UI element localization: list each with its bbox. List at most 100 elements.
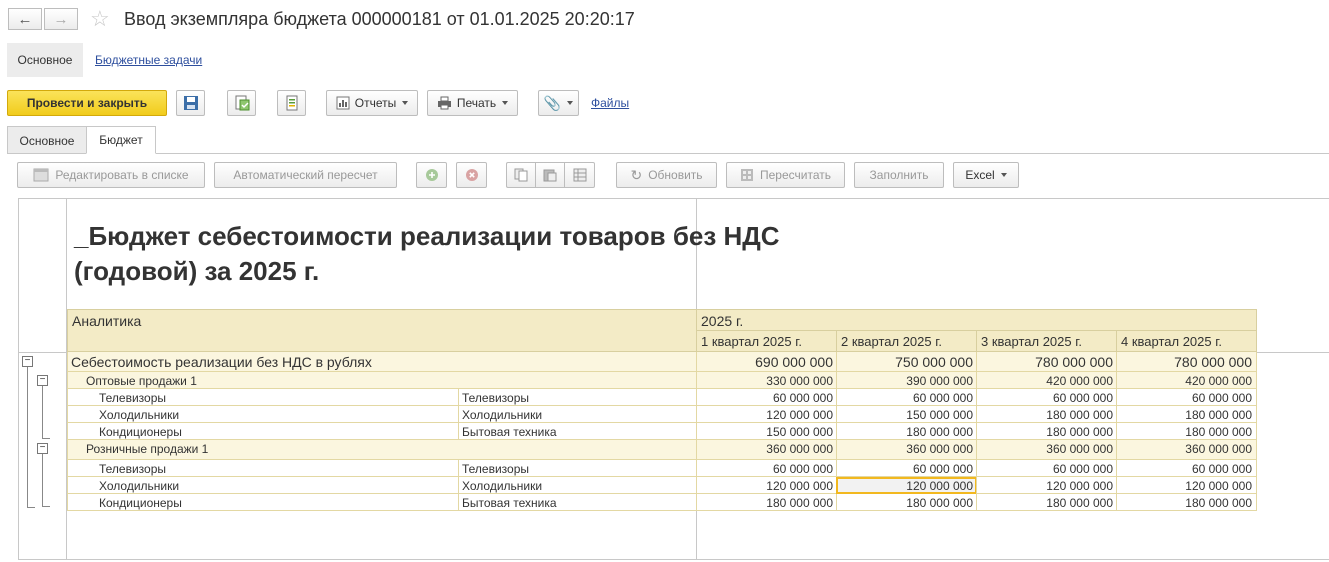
- fill-button[interactable]: Заполнить: [854, 162, 944, 188]
- edit-in-list-button[interactable]: Редактировать в списке: [17, 162, 205, 188]
- paste-special-button[interactable]: [564, 162, 595, 188]
- row-value-cell[interactable]: 360 000 000: [1116, 440, 1257, 460]
- row-value-cell[interactable]: 180 000 000: [976, 406, 1117, 423]
- collapse-group-total[interactable]: −: [22, 356, 33, 367]
- reports-dropdown[interactable]: Отчеты: [326, 90, 418, 116]
- tabs-divider: [7, 153, 1329, 154]
- collapse-group-wholesale[interactable]: −: [37, 375, 48, 386]
- row-value-cell[interactable]: 150 000 000: [696, 423, 837, 440]
- row-name-cell[interactable]: Холодильники: [67, 477, 458, 494]
- row-value-cell[interactable]: 60 000 000: [836, 460, 977, 477]
- post-document-icon: [235, 95, 249, 111]
- row-name-cell[interactable]: Холодильники: [67, 406, 458, 423]
- row-analytic-cell[interactable]: Бытовая техника: [458, 423, 697, 440]
- row-value-cell[interactable]: 150 000 000: [836, 406, 977, 423]
- recalculate-button[interactable]: Пересчитать: [726, 162, 845, 188]
- copy-button[interactable]: [506, 162, 535, 188]
- row-value-cell[interactable]: 180 000 000: [696, 494, 837, 511]
- back-button[interactable]: ←: [8, 8, 42, 30]
- refresh-button[interactable]: ↻ Обновить: [616, 162, 717, 188]
- save-button[interactable]: [176, 90, 205, 116]
- delete-row-button[interactable]: [456, 162, 487, 188]
- row-value-cell[interactable]: 60 000 000: [836, 389, 977, 406]
- row-analytic-cell[interactable]: Холодильники: [458, 406, 697, 423]
- report-title-line2: (годовой) за 2025 г.: [74, 256, 320, 286]
- header-analytics-cell: Аналитика: [67, 309, 697, 352]
- add-circle-icon: [425, 169, 438, 181]
- auto-recalc-button[interactable]: Автоматический пересчет: [214, 162, 397, 188]
- row-value-cell[interactable]: 780 000 000: [1116, 352, 1257, 372]
- forward-button[interactable]: →: [44, 8, 78, 30]
- row-value-cell[interactable]: 390 000 000: [836, 372, 977, 389]
- tree-line-foot1: [27, 507, 35, 508]
- row-value-cell[interactable]: 120 000 000: [1116, 477, 1257, 494]
- row-name-cell[interactable]: Телевизоры: [67, 460, 458, 477]
- delete-circle-icon: [465, 169, 478, 181]
- tab-budget[interactable]: Бюджет: [86, 126, 156, 154]
- row-value-cell[interactable]: 360 000 000: [696, 440, 837, 460]
- document-green-icon: [286, 95, 297, 111]
- row-value-cell[interactable]: 780 000 000: [976, 352, 1117, 372]
- row-value-cell[interactable]: 120 000 000: [836, 477, 977, 494]
- row-value-cell[interactable]: 60 000 000: [696, 460, 837, 477]
- row-name-cell[interactable]: Оптовые продажи 1: [67, 372, 697, 389]
- row-value-cell[interactable]: 60 000 000: [1116, 460, 1257, 477]
- favorite-star-icon[interactable]: ☆: [90, 6, 110, 32]
- paperclip-icon: 📎: [543, 94, 562, 111]
- collapse-group-retail[interactable]: −: [37, 443, 48, 454]
- header-quarter-1: 1 квартал 2025 г.: [696, 330, 837, 352]
- header-quarter-4: 4 квартал 2025 г.: [1116, 330, 1257, 352]
- row-value-cell[interactable]: 360 000 000: [836, 440, 977, 460]
- row-value-cell[interactable]: 180 000 000: [976, 423, 1117, 440]
- post-and-close-button[interactable]: Провести и закрыть: [7, 90, 167, 116]
- table-icon: [573, 168, 586, 182]
- row-value-cell[interactable]: 120 000 000: [696, 406, 837, 423]
- row-value-cell[interactable]: 180 000 000: [836, 423, 977, 440]
- arrow-left-icon: ←: [17, 10, 33, 28]
- attachments-dropdown[interactable]: 📎: [538, 90, 579, 116]
- row-value-cell[interactable]: 60 000 000: [1116, 389, 1257, 406]
- row-value-cell[interactable]: 690 000 000: [696, 352, 837, 372]
- row-value-cell[interactable]: 180 000 000: [1116, 494, 1257, 511]
- tab-main[interactable]: Основное: [7, 126, 87, 154]
- row-value-cell[interactable]: 120 000 000: [976, 477, 1117, 494]
- nav-budget-tasks-link[interactable]: Бюджетные задачи: [95, 53, 202, 67]
- row-value-cell[interactable]: 180 000 000: [1116, 406, 1257, 423]
- row-value-cell[interactable]: 420 000 000: [976, 372, 1117, 389]
- row-value-cell[interactable]: 750 000 000: [836, 352, 977, 372]
- excel-dropdown[interactable]: Excel: [953, 162, 1019, 188]
- row-name-cell[interactable]: Розничные продажи 1: [67, 440, 697, 460]
- row-value-cell[interactable]: 60 000 000: [976, 389, 1117, 406]
- add-row-button[interactable]: [416, 162, 447, 188]
- row-value-cell[interactable]: 330 000 000: [696, 372, 837, 389]
- window-title: Ввод экземпляра бюджета 000000181 от 01.…: [124, 9, 635, 29]
- row-name-cell[interactable]: Кондиционеры: [67, 423, 458, 440]
- row-value-cell[interactable]: 180 000 000: [976, 494, 1117, 511]
- row-analytic-cell[interactable]: Бытовая техника: [458, 494, 697, 511]
- tree-line-foot3: [42, 506, 50, 507]
- print-dropdown[interactable]: Печать: [427, 90, 518, 116]
- post-button[interactable]: [227, 90, 256, 116]
- row-value-cell[interactable]: 60 000 000: [696, 389, 837, 406]
- row-analytic-cell[interactable]: Телевизоры: [458, 460, 697, 477]
- files-link[interactable]: Файлы: [591, 96, 629, 110]
- chevron-down-icon: [1000, 173, 1007, 177]
- chevron-down-icon: [402, 101, 409, 105]
- calculator-icon: [741, 169, 753, 181]
- row-value-cell[interactable]: 120 000 000: [696, 477, 837, 494]
- row-value-cell[interactable]: 180 000 000: [1116, 423, 1257, 440]
- row-analytic-cell[interactable]: Холодильники: [458, 477, 697, 494]
- row-value-cell[interactable]: 360 000 000: [976, 440, 1117, 460]
- paste-button[interactable]: [535, 162, 564, 188]
- row-value-cell[interactable]: 420 000 000: [1116, 372, 1257, 389]
- nav-main-active[interactable]: Основное: [7, 43, 83, 77]
- row-analytic-cell[interactable]: Телевизоры: [458, 389, 697, 406]
- row-value-cell[interactable]: 180 000 000: [836, 494, 977, 511]
- row-name-cell[interactable]: Телевизоры: [67, 389, 458, 406]
- row-value-cell[interactable]: 60 000 000: [976, 460, 1117, 477]
- tree-line-foot2: [42, 438, 50, 439]
- spreadsheet[interactable]: _Бюджет себестоимости реализации товаров…: [18, 198, 1329, 560]
- unpost-button[interactable]: [277, 90, 306, 116]
- row-name-cell[interactable]: Кондиционеры: [67, 494, 458, 511]
- row-name-cell[interactable]: Себестоимость реализации без НДС в рубля…: [67, 352, 697, 372]
